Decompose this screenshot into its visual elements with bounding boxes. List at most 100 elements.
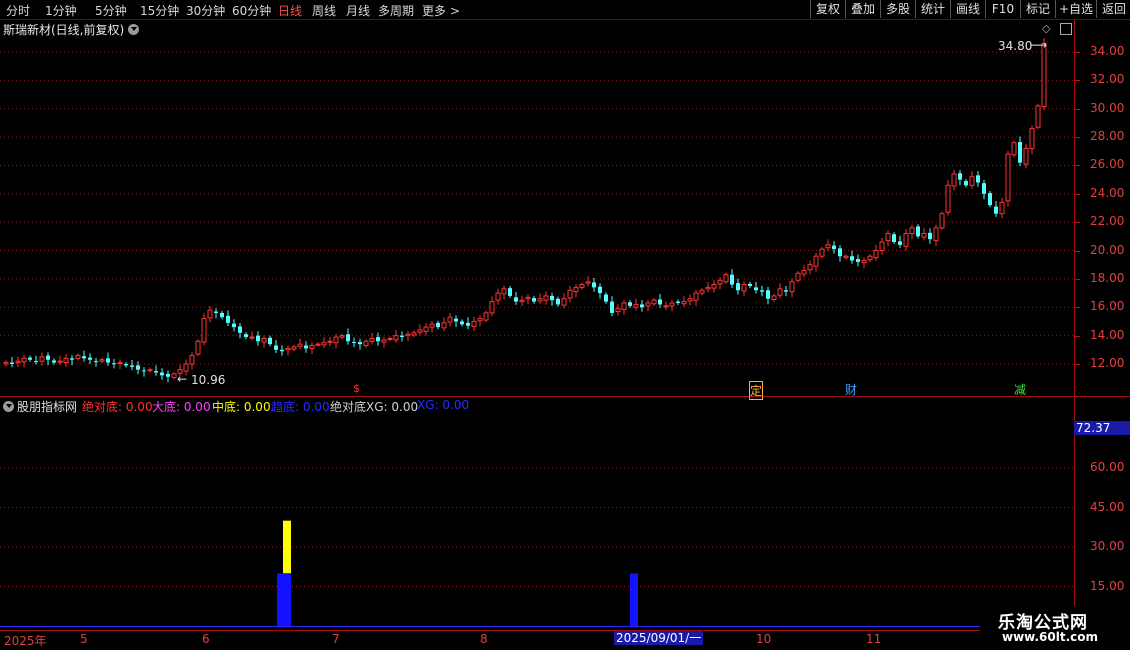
candle-body-up	[621, 302, 627, 310]
candle-body-down	[736, 283, 740, 291]
candle-body-up	[387, 337, 393, 340]
candle-body-up	[249, 336, 255, 339]
candle-body-down	[988, 193, 992, 206]
price-tick	[1074, 108, 1080, 110]
window-toggle-icon[interactable]	[1060, 23, 1072, 35]
candle-body-down	[160, 372, 164, 376]
candle-body-up	[945, 184, 951, 213]
candle-body-up	[813, 255, 819, 267]
candle-body-up	[693, 292, 699, 301]
high-arrow-icon: ⟶	[1030, 38, 1048, 52]
low-price-label: 10.96	[191, 373, 226, 387]
candle-body-down	[838, 248, 842, 257]
candle-body-up	[393, 335, 399, 341]
candle-body-up	[933, 227, 939, 242]
price-tick	[1074, 52, 1080, 53]
candle-body-up	[723, 274, 729, 283]
event-marker-ding[interactable]: 定	[749, 381, 764, 400]
indicator-value-qudi: 趋底: 0.00	[271, 400, 330, 414]
candle-body-down	[892, 234, 896, 243]
event-marker-dollar[interactable]: $	[353, 382, 360, 395]
candle-body-up	[711, 284, 717, 289]
candle-body-up	[171, 373, 177, 378]
candle-body-up	[207, 309, 213, 319]
candle-body-down	[850, 256, 854, 261]
candle-body-up	[519, 299, 525, 303]
candle-body-down	[916, 226, 920, 237]
candle-body-up	[39, 356, 45, 362]
candle-body-up	[261, 337, 267, 343]
candle-body-down	[982, 183, 986, 194]
price-tick-label: 14.00	[1090, 327, 1125, 342]
candle-body-up	[471, 320, 477, 327]
date-label-nov: 11	[866, 632, 882, 646]
indicator-current-value: 72.37	[1074, 421, 1130, 435]
candle-body-down	[304, 345, 308, 349]
chart-canvas[interactable]	[0, 0, 1130, 650]
price-tick-label: 22.00	[1090, 214, 1125, 229]
candle-body-down	[166, 373, 170, 377]
candle-body-up	[477, 318, 483, 322]
date-label-jun: 6	[202, 632, 210, 646]
candle-body-down	[598, 286, 602, 294]
candle-body-up	[417, 329, 423, 333]
candle-body-up	[633, 303, 639, 308]
candle-body-down	[454, 318, 458, 322]
date-label-oct: 10	[756, 632, 772, 646]
candle-body-up	[999, 201, 1005, 215]
candle-body-up	[201, 318, 207, 343]
candle-body-up	[807, 264, 813, 271]
candle-body-down	[136, 365, 140, 370]
price-tick-label: 24.00	[1090, 185, 1125, 200]
candle-body-up	[489, 301, 495, 314]
candle-body-down	[220, 312, 224, 318]
candle-body-down	[592, 282, 596, 288]
candle-body-up	[411, 332, 417, 336]
panel-separator	[0, 396, 1130, 397]
diamond-icon[interactable]: ◇	[1042, 22, 1050, 35]
event-marker-cai[interactable]: 财	[845, 381, 857, 398]
candle-body-down	[928, 232, 932, 240]
candle-body-down	[34, 361, 38, 363]
candle-body-up	[651, 299, 657, 305]
candle-body-up	[483, 312, 489, 321]
indicator-menu-icon[interactable]	[3, 401, 14, 412]
candle-body-up	[321, 342, 327, 346]
candle-body-up	[843, 255, 849, 259]
price-tick	[1074, 165, 1080, 167]
candle-body-up	[663, 305, 669, 308]
candle-body-down	[94, 361, 98, 363]
candle-body-up	[99, 359, 105, 362]
price-tick	[1074, 278, 1080, 280]
indicator-name[interactable]: 股朋指标网	[17, 398, 77, 415]
candle-body-up	[333, 336, 339, 344]
candle-body-up	[195, 340, 201, 355]
candle-body-down	[994, 206, 998, 214]
indicator-bar-qudi	[277, 573, 291, 626]
candle-body-down	[352, 342, 356, 344]
candle-body-up	[771, 295, 777, 300]
candle-body-down	[214, 311, 218, 313]
indicator-value-xg: XG: 0.00	[417, 398, 470, 412]
candle-body-down	[400, 335, 404, 338]
candle-body-up	[3, 362, 9, 365]
candle-body-down	[676, 301, 680, 304]
candle-body-up	[363, 340, 369, 347]
indicator-value-dadi: 大底: 0.00	[152, 400, 211, 414]
candle-body-up	[825, 244, 831, 249]
indicator-tick-label: 60.00	[1090, 460, 1125, 474]
candle-body-up	[543, 295, 549, 301]
price-tick-label: 34.00	[1090, 44, 1125, 58]
indicator-bar-qudi	[630, 573, 638, 626]
candle-body-up	[921, 233, 927, 238]
high-price-label: 34.80	[998, 39, 1033, 53]
candle-body-up	[939, 213, 945, 229]
candle-body-down	[52, 360, 56, 363]
candle-body-down	[532, 298, 536, 302]
candle-body-up	[297, 343, 303, 347]
candle-body-up	[615, 308, 621, 313]
event-marker-jian[interactable]: 减	[1014, 381, 1026, 398]
price-tick	[1074, 137, 1080, 139]
candle-body-down	[760, 290, 764, 292]
candle-body-down	[358, 342, 362, 345]
